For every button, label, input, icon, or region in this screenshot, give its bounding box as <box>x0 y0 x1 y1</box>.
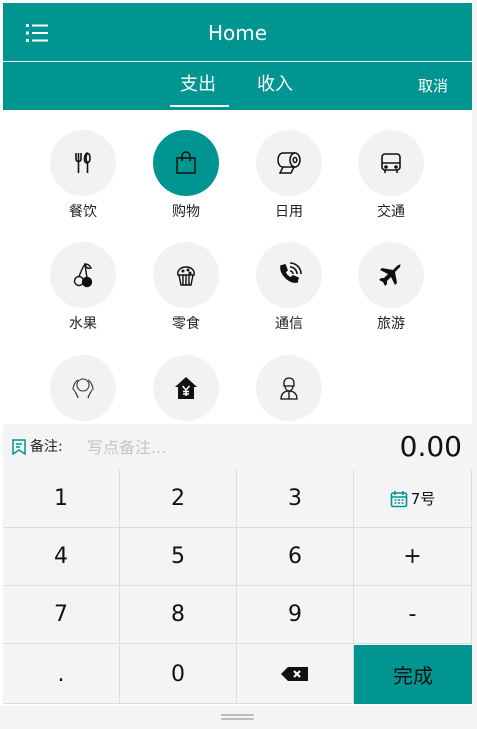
page-title: Home <box>207 21 268 45</box>
category-item-10[interactable] <box>136 335 236 425</box>
key-7[interactable]: 7 <box>3 586 120 644</box>
note-input[interactable] <box>83 434 291 460</box>
category-item-11[interactable] <box>239 335 339 425</box>
tab-income[interactable]: 收入 <box>257 71 293 99</box>
key-4[interactable]: 4 <box>3 528 120 586</box>
category-dining[interactable]: 餐饮 <box>33 110 133 220</box>
key-6[interactable]: 6 <box>237 528 354 586</box>
note-label: 备注: <box>30 439 63 455</box>
category-item-9[interactable] <box>33 335 133 425</box>
category-label: 日用 <box>275 204 303 220</box>
category-label: 交通 <box>377 204 405 220</box>
note-icon <box>12 439 26 455</box>
category-fruit[interactable]: 水果 <box>33 222 133 332</box>
category-icon-bg <box>153 355 219 421</box>
fork-knife-icon <box>75 152 91 173</box>
category-icon-bg <box>153 242 219 308</box>
category-travel[interactable]: 旅游 <box>341 222 441 332</box>
tab-expense[interactable]: 支出 <box>180 71 216 99</box>
backspace-key[interactable] <box>237 645 354 704</box>
key-plus[interactable]: + <box>354 528 472 586</box>
bus-icon <box>381 153 401 173</box>
category-icon-bg <box>50 355 116 421</box>
key-1[interactable]: 1 <box>3 470 120 528</box>
cancel-button[interactable]: 取消 <box>418 76 448 96</box>
active-tab-indicator <box>170 105 229 107</box>
category-daily[interactable]: 日用 <box>239 110 339 220</box>
category-icon-bg <box>358 242 424 308</box>
category-icon-bg <box>50 130 116 196</box>
date-key[interactable]: 7号 <box>354 470 472 528</box>
key-0[interactable]: 0 <box>120 645 237 704</box>
phone-icon <box>280 262 302 283</box>
person-icon <box>280 377 298 400</box>
category-icon-bg <box>358 130 424 196</box>
hands-icon <box>72 378 94 399</box>
key-minus[interactable]: - <box>354 586 472 644</box>
category-telecom[interactable]: 通信 <box>239 222 339 332</box>
category-icon-bg <box>153 130 219 196</box>
key-2[interactable]: 2 <box>120 470 237 528</box>
type-tabbar: 支出 收入 取消 <box>3 62 472 110</box>
category-label: 旅游 <box>377 316 405 332</box>
category-label: 水果 <box>69 316 97 332</box>
category-icon-bg <box>50 242 116 308</box>
category-label: 通信 <box>275 316 303 332</box>
key-9[interactable]: 9 <box>237 586 354 644</box>
date-label: 7号 <box>410 490 436 508</box>
amount-display: 0.00 <box>399 430 462 463</box>
category-label: 餐饮 <box>69 204 97 220</box>
bottom-handle-area <box>0 706 477 729</box>
category-icon-bg <box>256 130 322 196</box>
drag-handle[interactable] <box>221 714 254 721</box>
category-label: 购物 <box>172 204 200 220</box>
key-dot[interactable]: . <box>3 645 120 704</box>
category-shopping[interactable]: 购物 <box>136 110 236 220</box>
toilet-paper-icon <box>277 152 301 174</box>
category-transport[interactable]: 交通 <box>341 110 441 220</box>
right-edge <box>472 0 477 729</box>
category-icon-bg <box>256 355 322 421</box>
key-8[interactable]: 8 <box>120 586 237 644</box>
key-3[interactable]: 3 <box>237 470 354 528</box>
house-yuan-icon <box>175 377 197 399</box>
calendar-icon <box>390 490 408 507</box>
note-bar: 备注: 0.00 <box>3 424 472 471</box>
key-5[interactable]: 5 <box>120 528 237 586</box>
cherry-icon <box>73 263 93 288</box>
number-keypad: 1 2 3 7号 4 5 6 + 7 8 9 - . 0 完成 <box>3 470 472 704</box>
airplane-icon <box>379 264 401 286</box>
top-bar: Home <box>3 3 472 61</box>
app-screen: Home 支出 收入 取消 餐饮 购物 日用 交通 水果 零食 通信 旅游 备注… <box>3 3 472 709</box>
cupcake-icon <box>177 266 195 286</box>
category-label: 零食 <box>172 316 200 332</box>
category-snacks[interactable]: 零食 <box>136 222 236 332</box>
shopping-bag-icon <box>176 151 196 174</box>
done-button[interactable]: 完成 <box>354 645 472 704</box>
backspace-icon <box>281 667 308 681</box>
category-grid: 餐饮 购物 日用 交通 水果 零食 通信 旅游 <box>3 110 472 425</box>
category-icon-bg <box>256 242 322 308</box>
